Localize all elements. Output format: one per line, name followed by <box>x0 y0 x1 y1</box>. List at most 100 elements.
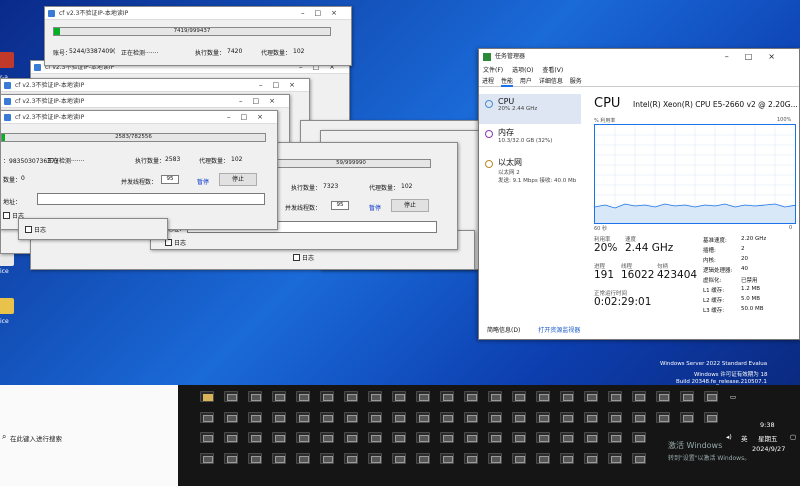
open-resource-monitor-link[interactable]: 打开资源监视器 <box>538 327 580 334</box>
window-titlebar[interactable]: cf v2.3不验证IP-本地读IP –□× <box>45 7 351 20</box>
taskbar-app-button[interactable] <box>416 432 430 443</box>
window-controls[interactable]: –□× <box>239 95 285 108</box>
taskbar-app-button[interactable] <box>488 432 502 443</box>
menu-options[interactable]: 选项(O) <box>512 67 533 74</box>
pause-link[interactable]: 暂停 <box>369 203 381 212</box>
taskbar-app-button[interactable] <box>344 453 358 464</box>
taskbar-app-button[interactable] <box>560 453 574 464</box>
clock-time[interactable]: 9:38 <box>760 421 775 429</box>
taskbar-app-button[interactable] <box>440 453 454 464</box>
taskbar-app-button[interactable] <box>464 453 478 464</box>
taskbar-app-button[interactable] <box>440 432 454 443</box>
taskbar-app-button[interactable] <box>368 412 382 423</box>
taskbar-app-button[interactable] <box>488 453 502 464</box>
taskbar-app-button[interactable] <box>632 453 646 464</box>
notification-icon[interactable]: ▢ <box>790 433 796 441</box>
window-titlebar[interactable]: cf v2.3不验证IP-本地读IP –□× <box>1 95 289 108</box>
taskbar-app-button[interactable] <box>584 453 598 464</box>
window-controls[interactable]: –□× <box>725 49 791 65</box>
tool-window-frame[interactable]: 日志 <box>18 218 168 240</box>
taskbar-app-button[interactable] <box>200 412 214 423</box>
taskbar-app-button[interactable] <box>584 391 598 402</box>
resource-cpu[interactable]: CPU 20% 2.44 GHz <box>479 94 581 124</box>
tab-processes[interactable]: 进程 <box>482 78 494 85</box>
taskbar-app-button[interactable] <box>680 391 694 402</box>
taskbar-app-button[interactable] <box>200 453 214 464</box>
taskbar-app-button[interactable] <box>608 391 622 402</box>
clock-date[interactable]: 2024/9/27 <box>752 445 785 453</box>
tool-window-1[interactable]: cf v2.3不验证IP-本地读IP –□× 7419/999437 账号： 52… <box>44 6 352 66</box>
menu-view[interactable]: 查看(V) <box>542 67 563 74</box>
taskbar-app-button[interactable] <box>656 391 670 402</box>
taskbar-app-button[interactable] <box>392 453 406 464</box>
taskbar-app-button[interactable] <box>584 412 598 423</box>
taskbar-app-button[interactable] <box>536 453 550 464</box>
window-titlebar[interactable]: cf v2.3不验证IP-本地读IP –□× <box>1 111 277 124</box>
taskbar-app-button[interactable] <box>440 412 454 423</box>
taskbar-app-button[interactable] <box>224 432 238 443</box>
taskbar-app-button[interactable] <box>248 453 262 464</box>
taskbar-app-button[interactable] <box>344 412 358 423</box>
taskbar-app-button[interactable] <box>512 432 526 443</box>
taskbar-app-button[interactable] <box>512 391 526 402</box>
log-checkbox[interactable]: 日志 <box>25 225 46 234</box>
taskbar-app-button[interactable] <box>560 391 574 402</box>
taskbar-app-button[interactable] <box>608 432 622 443</box>
taskbar-app-button[interactable] <box>512 453 526 464</box>
taskbar-app-button[interactable] <box>296 453 310 464</box>
ime-indicator[interactable]: 英 <box>741 433 748 443</box>
taskbar-app-button[interactable] <box>224 412 238 423</box>
taskbar-app-button[interactable] <box>320 432 334 443</box>
resource-memory[interactable]: 内存 10.3/32.0 GB (32%) <box>479 124 581 154</box>
taskbar-app-button[interactable] <box>608 412 622 423</box>
taskbar-app-button[interactable] <box>632 432 646 443</box>
tab-users[interactable]: 用户 <box>520 78 532 85</box>
taskbar-app-button[interactable] <box>248 391 262 402</box>
taskbar-app-button[interactable] <box>272 412 286 423</box>
taskbar-app-button[interactable] <box>488 391 502 402</box>
window-controls[interactable]: –□× <box>259 79 305 92</box>
fewer-details-link[interactable]: 简略信息(D) <box>487 327 520 334</box>
taskbar-app-button[interactable] <box>272 432 286 443</box>
window-controls[interactable]: –□× <box>227 111 273 124</box>
taskbar-app-button[interactable] <box>704 391 718 402</box>
clock-weekday[interactable]: 星期五 <box>758 433 778 443</box>
taskbar-app-button[interactable] <box>248 412 262 423</box>
taskbar-app-button[interactable] <box>224 453 238 464</box>
taskbar-app-button[interactable] <box>392 391 406 402</box>
taskbar-app-button[interactable] <box>536 432 550 443</box>
resource-ethernet[interactable]: 以太网 以太网 2 发送: 9.1 Mbps 接收: 40.0 Mb <box>479 154 581 190</box>
taskbar-app-button[interactable] <box>560 412 574 423</box>
taskbar-app-button[interactable] <box>416 391 430 402</box>
taskbar-app-button[interactable] <box>320 412 334 423</box>
tab-performance[interactable]: 性能 <box>500 78 513 87</box>
taskbar-app-button[interactable] <box>584 432 598 443</box>
taskbar-app-button[interactable] <box>296 432 310 443</box>
window-controls[interactable]: –□× <box>301 7 347 20</box>
tab-services[interactable]: 服务 <box>570 78 582 85</box>
taskbar-app-button[interactable] <box>464 412 478 423</box>
taskbar-app-button[interactable] <box>344 391 358 402</box>
taskbar-app-button[interactable] <box>608 453 622 464</box>
address-input[interactable] <box>37 193 265 205</box>
taskbar-app-button[interactable] <box>392 412 406 423</box>
speaker-icon[interactable]: ◂) <box>726 433 732 441</box>
taskbar-app-button[interactable] <box>248 432 262 443</box>
taskbar-app-button[interactable] <box>512 412 526 423</box>
stop-button[interactable]: 停止 <box>391 199 429 212</box>
menu-file[interactable]: 文件(F) <box>483 67 503 74</box>
taskbar-app-button[interactable] <box>320 453 334 464</box>
taskbar-app-button[interactable] <box>224 391 238 402</box>
taskbar-app-button[interactable] <box>680 412 694 423</box>
taskbar-app-button[interactable] <box>272 391 286 402</box>
stop-button[interactable]: 停止 <box>219 173 257 186</box>
network-icon[interactable]: ▭ <box>730 393 736 401</box>
taskbar-app-button[interactable] <box>272 453 286 464</box>
taskbar-app-button[interactable] <box>392 432 406 443</box>
task-manager-window[interactable]: 任务管理器 –□× 文件(F) 选项(O) 查看(V) 进程 性能 用户 详细信息… <box>478 48 800 340</box>
taskbar-app-button[interactable] <box>464 391 478 402</box>
taskbar-app-button[interactable] <box>536 391 550 402</box>
taskbar-app-button[interactable] <box>632 412 646 423</box>
threads-input[interactable]: 95 <box>331 201 349 210</box>
taskbar-app-button[interactable] <box>200 432 214 443</box>
